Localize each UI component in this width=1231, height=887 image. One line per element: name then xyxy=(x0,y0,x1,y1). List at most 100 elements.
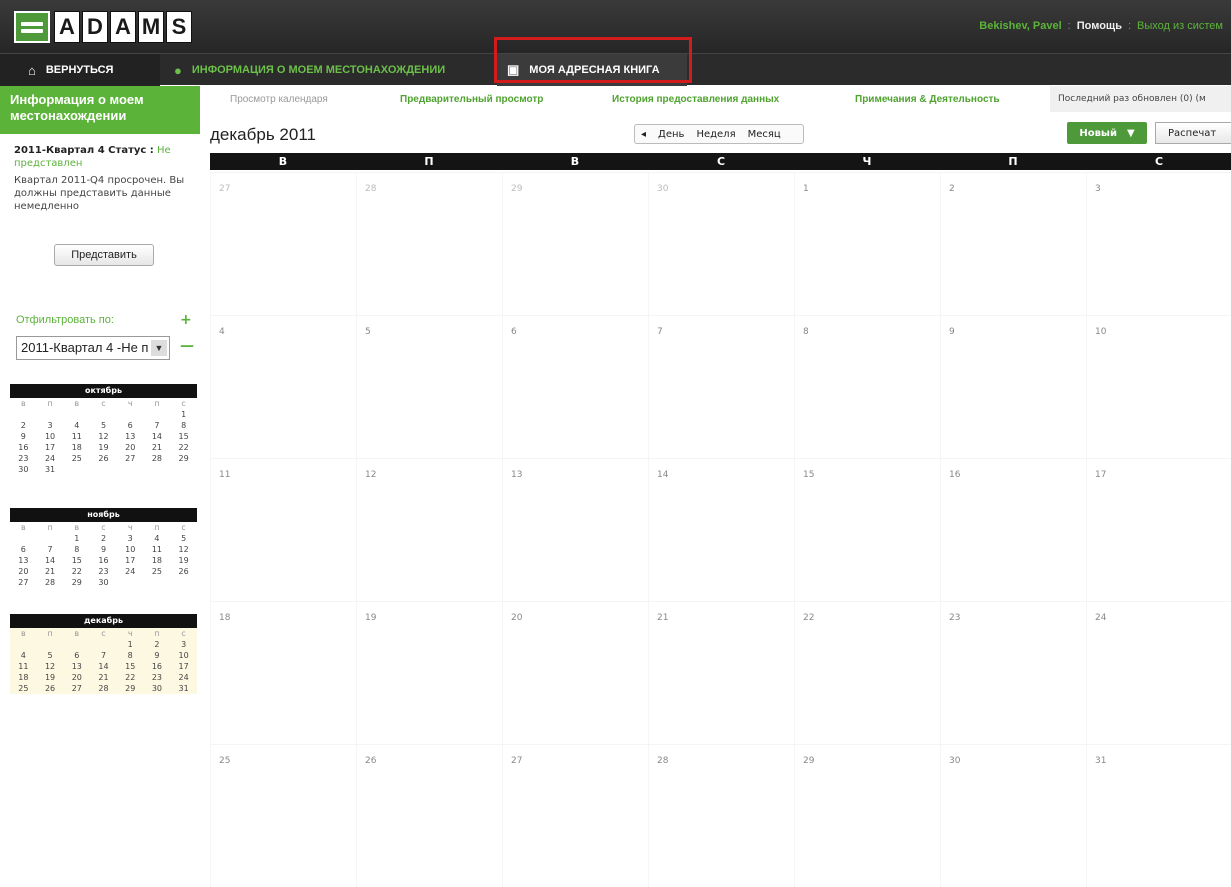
mini-day[interactable]: 14 xyxy=(90,661,117,672)
mini-day[interactable]: 19 xyxy=(37,672,64,683)
mini-day[interactable]: 4 xyxy=(10,650,37,661)
add-filter-icon[interactable]: + xyxy=(180,312,192,328)
mini-day[interactable]: 15 xyxy=(170,431,197,442)
mini-day[interactable]: 20 xyxy=(10,566,37,577)
calendar-day-cell[interactable]: 14 xyxy=(648,458,794,601)
calendar-day-cell[interactable]: 28 xyxy=(356,172,502,315)
calendar-day-cell[interactable]: 5 xyxy=(356,315,502,458)
mini-day[interactable]: 3 xyxy=(170,639,197,650)
adams-logo[interactable]: A D A M S xyxy=(14,10,192,44)
mini-day[interactable]: 26 xyxy=(170,566,197,577)
tab-history[interactable]: История предоставления данных xyxy=(612,94,779,105)
calendar-day-cell[interactable]: 3 xyxy=(1086,172,1231,315)
mini-day[interactable]: 30 xyxy=(90,577,117,588)
mini-day[interactable]: 18 xyxy=(144,555,171,566)
calendar-day-cell[interactable]: 25 xyxy=(210,744,356,887)
mini-day[interactable]: 21 xyxy=(90,672,117,683)
mini-day[interactable]: 16 xyxy=(90,555,117,566)
mini-day[interactable]: 24 xyxy=(170,672,197,683)
view-month-button[interactable]: Месяц xyxy=(742,129,787,140)
mini-day[interactable]: 9 xyxy=(144,650,171,661)
mini-day[interactable]: 1 xyxy=(170,409,197,420)
tab-preview[interactable]: Предварительный просмотр xyxy=(400,94,543,105)
calendar-day-cell[interactable]: 10 xyxy=(1086,315,1231,458)
mini-day[interactable]: 29 xyxy=(117,683,144,694)
mini-day[interactable]: 17 xyxy=(117,555,144,566)
calendar-day-cell[interactable]: 23 xyxy=(940,601,1086,744)
mini-day[interactable]: 23 xyxy=(10,453,37,464)
mini-day[interactable]: 3 xyxy=(117,533,144,544)
mini-day[interactable]: 25 xyxy=(63,453,90,464)
nav-back-button[interactable]: ⌂ ВЕРНУТЬСЯ xyxy=(0,54,160,86)
mini-day[interactable]: 24 xyxy=(37,453,64,464)
mini-day[interactable]: 19 xyxy=(90,442,117,453)
mini-day[interactable]: 13 xyxy=(117,431,144,442)
calendar-day-cell[interactable]: 29 xyxy=(794,744,940,887)
calendar-day-cell[interactable]: 7 xyxy=(648,315,794,458)
calendar-day-cell[interactable]: 29 xyxy=(502,172,648,315)
filter-select[interactable]: 2011-Квартал 4 -Не п ▼ xyxy=(16,336,170,360)
mini-day[interactable]: 4 xyxy=(144,533,171,544)
mini-day[interactable]: 10 xyxy=(37,431,64,442)
mini-day[interactable]: 2 xyxy=(90,533,117,544)
calendar-day-cell[interactable]: 11 xyxy=(210,458,356,601)
calendar-day-cell[interactable]: 27 xyxy=(502,744,648,887)
calendar-day-cell[interactable]: 30 xyxy=(940,744,1086,887)
mini-day[interactable]: 26 xyxy=(90,453,117,464)
mini-day[interactable]: 9 xyxy=(10,431,37,442)
mini-day[interactable]: 14 xyxy=(37,555,64,566)
tab-notes[interactable]: Примечания & Деятельность xyxy=(855,94,1000,105)
calendar-day-cell[interactable]: 20 xyxy=(502,601,648,744)
mini-day[interactable]: 26 xyxy=(37,683,64,694)
calendar-day-cell[interactable]: 19 xyxy=(356,601,502,744)
calendar-day-cell[interactable]: 4 xyxy=(210,315,356,458)
calendar-day-cell[interactable]: 16 xyxy=(940,458,1086,601)
mini-day[interactable]: 8 xyxy=(170,420,197,431)
mini-day[interactable]: 25 xyxy=(144,566,171,577)
mini-day[interactable]: 28 xyxy=(90,683,117,694)
mini-day[interactable]: 2 xyxy=(10,420,37,431)
mini-day[interactable]: 8 xyxy=(117,650,144,661)
view-day-button[interactable]: День xyxy=(652,129,690,140)
mini-day[interactable]: 21 xyxy=(144,442,171,453)
mini-day[interactable]: 22 xyxy=(117,672,144,683)
mini-day[interactable]: 31 xyxy=(170,683,197,694)
mini-day[interactable]: 20 xyxy=(63,672,90,683)
mini-day[interactable]: 29 xyxy=(170,453,197,464)
prev-arrow-icon[interactable]: ◂ xyxy=(635,129,652,140)
mini-day[interactable]: 23 xyxy=(144,672,171,683)
mini-day[interactable]: 16 xyxy=(10,442,37,453)
calendar-day-cell[interactable]: 26 xyxy=(356,744,502,887)
mini-day[interactable]: 4 xyxy=(63,420,90,431)
mini-day[interactable]: 25 xyxy=(10,683,37,694)
mini-day[interactable]: 13 xyxy=(10,555,37,566)
mini-day[interactable]: 15 xyxy=(117,661,144,672)
mini-day[interactable]: 21 xyxy=(37,566,64,577)
mini-day[interactable]: 24 xyxy=(117,566,144,577)
calendar-day-cell[interactable]: 13 xyxy=(502,458,648,601)
mini-day[interactable]: 5 xyxy=(170,533,197,544)
mini-day[interactable]: 17 xyxy=(37,442,64,453)
mini-day[interactable]: 28 xyxy=(37,577,64,588)
calendar-day-cell[interactable]: 31 xyxy=(1086,744,1231,887)
mini-day[interactable]: 17 xyxy=(170,661,197,672)
mini-day[interactable]: 9 xyxy=(90,544,117,555)
mini-day[interactable]: 11 xyxy=(144,544,171,555)
mini-day[interactable]: 23 xyxy=(90,566,117,577)
mini-day[interactable]: 2 xyxy=(144,639,171,650)
mini-day[interactable]: 27 xyxy=(117,453,144,464)
calendar-day-cell[interactable]: 12 xyxy=(356,458,502,601)
mini-day[interactable]: 11 xyxy=(63,431,90,442)
print-button[interactable]: Распечат xyxy=(1155,122,1231,144)
calendar-day-cell[interactable]: 28 xyxy=(648,744,794,887)
mini-day[interactable]: 14 xyxy=(144,431,171,442)
help-link[interactable]: Помощь xyxy=(1077,20,1122,32)
mini-day[interactable]: 6 xyxy=(10,544,37,555)
calendar-day-cell[interactable]: 27 xyxy=(210,172,356,315)
user-name-link[interactable]: Bekishev, Pavel xyxy=(979,20,1061,32)
mini-day[interactable]: 31 xyxy=(37,464,64,475)
mini-day[interactable]: 16 xyxy=(144,661,171,672)
mini-day[interactable]: 12 xyxy=(170,544,197,555)
calendar-day-cell[interactable]: 24 xyxy=(1086,601,1231,744)
view-week-button[interactable]: Неделя xyxy=(690,129,741,140)
